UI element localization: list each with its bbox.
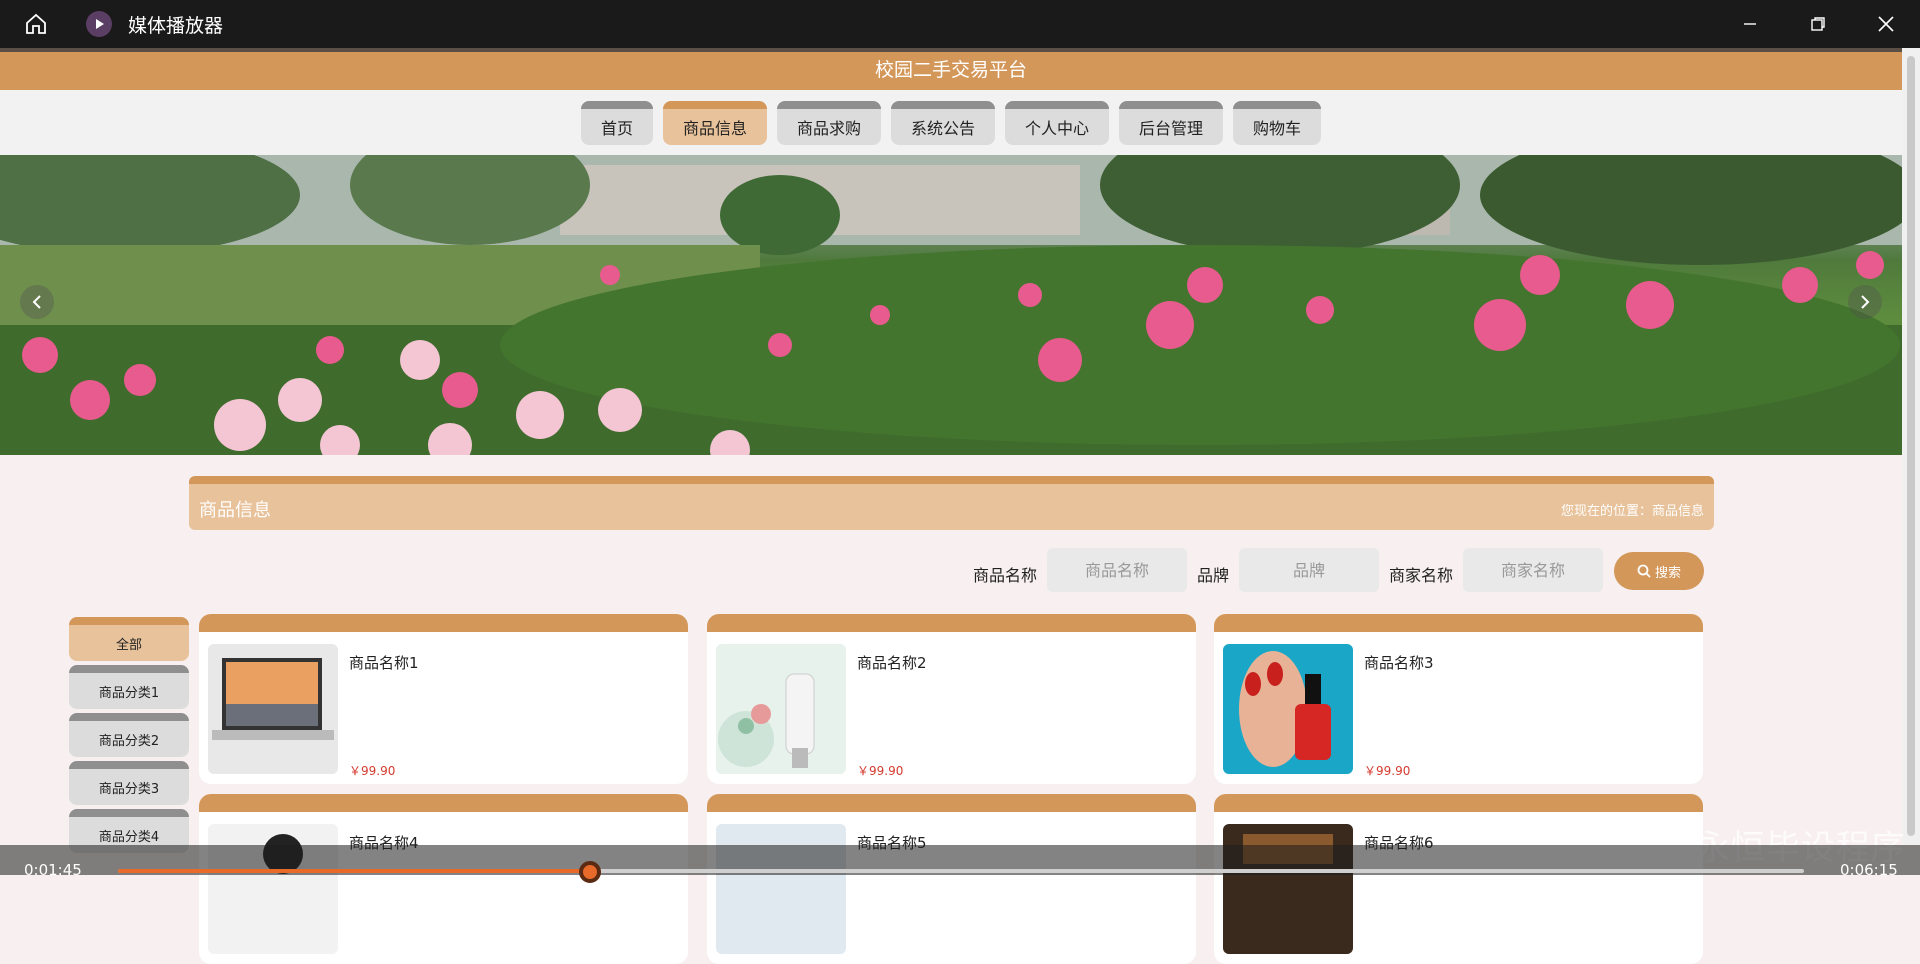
product-name: 商品名称3 bbox=[1364, 654, 1434, 672]
product-name: 商品名称1 bbox=[349, 654, 419, 672]
home-button[interactable] bbox=[12, 0, 60, 48]
restore-icon bbox=[1811, 17, 1825, 31]
close-button[interactable] bbox=[1852, 0, 1920, 48]
minimize-icon bbox=[1744, 23, 1756, 25]
scrollbar-thumb[interactable] bbox=[1907, 56, 1915, 836]
main-nav: 首页 商品信息 商品求购 系统公告 个人中心 后台管理 购物车 bbox=[0, 90, 1902, 155]
total-time: 0:06:15 bbox=[1840, 861, 1898, 879]
media-player-icon bbox=[86, 11, 112, 37]
banner-prev-button[interactable] bbox=[20, 285, 54, 319]
close-icon bbox=[1878, 16, 1894, 32]
app-title: 媒体播放器 bbox=[128, 14, 224, 37]
site-title: 校园二手交易平台 bbox=[0, 48, 1902, 90]
category-item[interactable]: 商品分类1 bbox=[69, 665, 189, 709]
product-image bbox=[208, 644, 338, 774]
minimize-button[interactable] bbox=[1716, 0, 1784, 48]
product-name-label: 商品名称 bbox=[973, 566, 1038, 585]
home-icon bbox=[26, 13, 46, 34]
nav-announcements[interactable]: 系统公告 bbox=[890, 101, 995, 145]
search-button-label: 搜索 bbox=[1654, 565, 1681, 581]
product-image bbox=[716, 824, 846, 954]
player-controls: 0:01:45 0:06:15 bbox=[0, 845, 1920, 883]
seek-bar-progress bbox=[118, 869, 591, 873]
search-bar: 商品名称 品牌 商家名称 搜索 bbox=[0, 548, 1920, 593]
seek-bar[interactable] bbox=[118, 869, 1804, 873]
product-image bbox=[1223, 824, 1353, 954]
page-scrollbar[interactable] bbox=[1902, 48, 1920, 845]
product-price: ￥99.90 bbox=[349, 764, 396, 778]
merchant-label: 商家名称 bbox=[1389, 566, 1454, 585]
product-price: ￥99.90 bbox=[1364, 764, 1411, 778]
product-image bbox=[208, 824, 338, 954]
nav-products[interactable]: 商品信息 bbox=[662, 101, 767, 145]
section-title: 商品信息 bbox=[199, 500, 271, 521]
merchant-input[interactable] bbox=[1463, 548, 1603, 592]
nav-admin[interactable]: 后台管理 bbox=[1119, 101, 1224, 145]
current-time: 0:01:45 bbox=[24, 861, 82, 879]
product-name-input[interactable] bbox=[1047, 548, 1187, 592]
banner-carousel bbox=[0, 155, 1902, 455]
product-image bbox=[1223, 644, 1353, 774]
product-card[interactable]: 商品名称1 ￥99.90 bbox=[199, 614, 688, 784]
nav-cart[interactable]: 购物车 bbox=[1233, 101, 1322, 145]
chevron-left-icon bbox=[32, 295, 41, 309]
nav-home[interactable]: 首页 bbox=[580, 101, 653, 145]
seek-handle[interactable] bbox=[579, 861, 602, 883]
chevron-right-icon bbox=[1861, 295, 1870, 309]
nav-wanted[interactable]: 商品求购 bbox=[776, 101, 881, 145]
product-card[interactable]: 商品名称3 ￥99.90 bbox=[1214, 614, 1703, 784]
restore-button[interactable] bbox=[1784, 0, 1852, 48]
section-header: 商品信息 您现在的位置：商品信息 bbox=[189, 476, 1714, 530]
brand-input[interactable] bbox=[1239, 548, 1379, 592]
product-image bbox=[716, 644, 846, 774]
category-item[interactable]: 商品分类2 bbox=[69, 713, 189, 757]
banner-next-button[interactable] bbox=[1848, 285, 1882, 319]
search-icon bbox=[1637, 564, 1651, 578]
product-price: ￥99.90 bbox=[857, 764, 904, 778]
product-card[interactable]: 商品名称2 ￥99.90 bbox=[707, 614, 1196, 784]
category-all[interactable]: 全部 bbox=[69, 617, 189, 661]
brand-label: 品牌 bbox=[1197, 566, 1230, 585]
search-button[interactable]: 搜索 bbox=[1614, 552, 1704, 590]
product-name: 商品名称2 bbox=[857, 654, 927, 672]
banner-image bbox=[0, 155, 1902, 455]
product-card[interactable]: 商品名称5 bbox=[707, 794, 1196, 964]
product-card[interactable]: 商品名称4 bbox=[199, 794, 688, 964]
window-controls bbox=[1716, 0, 1920, 48]
player-title-bar: 媒体播放器 bbox=[0, 0, 1920, 48]
category-item[interactable]: 商品分类3 bbox=[69, 761, 189, 805]
breadcrumb: 您现在的位置：商品信息 bbox=[1560, 504, 1704, 519]
nav-user-center[interactable]: 个人中心 bbox=[1005, 101, 1110, 145]
